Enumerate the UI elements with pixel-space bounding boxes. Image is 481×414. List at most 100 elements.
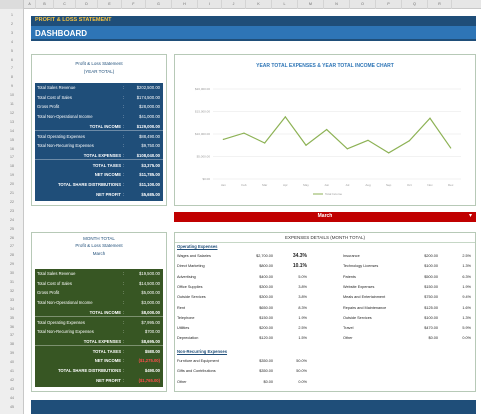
- column-header-q[interactable]: Q: [402, 0, 428, 9]
- pl-row: TOTAL EXPENSES: $8,695.00: [35, 337, 163, 346]
- pl-row-colon: :: [123, 133, 125, 139]
- row-header-19[interactable]: 19: [0, 173, 24, 177]
- row-header-38[interactable]: 38: [0, 342, 24, 346]
- pl-row-label: NET INCOME: [94, 172, 121, 178]
- pl-row-label: TOTAL SHARE DISTRIBUTIONS: [57, 368, 121, 373]
- row-header-34[interactable]: 34: [0, 307, 24, 311]
- row-header-41[interactable]: 41: [0, 369, 24, 373]
- column-header-d[interactable]: D: [76, 0, 98, 9]
- row-header-39[interactable]: 39: [0, 351, 24, 355]
- column-header-l[interactable]: L: [272, 0, 298, 9]
- row-header-21[interactable]: 21: [0, 191, 24, 195]
- row-header-30[interactable]: 30: [0, 271, 24, 275]
- expense-row: Website Expenses $150.00 1.9%: [343, 283, 471, 292]
- row-header-18[interactable]: 18: [0, 164, 24, 168]
- column-header-i[interactable]: I: [198, 0, 222, 9]
- column-header-h[interactable]: H: [172, 0, 198, 9]
- pl-row-colon: :: [123, 271, 125, 276]
- chart-x-tick: Jan: [221, 183, 226, 187]
- select-all-corner[interactable]: [0, 0, 24, 9]
- row-header-24[interactable]: 24: [0, 218, 24, 222]
- row-header-32[interactable]: 32: [0, 289, 24, 293]
- row-header-14[interactable]: 14: [0, 129, 24, 133]
- month-selector[interactable]: March ▾: [174, 212, 476, 222]
- row-header-44[interactable]: 44: [0, 396, 24, 400]
- row-header-33[interactable]: 33: [0, 298, 24, 302]
- row-header-28[interactable]: 28: [0, 253, 24, 257]
- row-header-4[interactable]: 4: [0, 40, 24, 44]
- row-header-35[interactable]: 35: [0, 316, 24, 320]
- row-header-5[interactable]: 5: [0, 49, 24, 53]
- row-header-16[interactable]: 16: [0, 147, 24, 151]
- pl-row-label: Total Cost of Sales: [37, 280, 72, 286]
- column-header-a[interactable]: A: [24, 0, 36, 9]
- operating-expenses-title: Operating Expenses: [177, 244, 218, 249]
- row-header-42[interactable]: 42: [0, 378, 24, 382]
- chart-point: [450, 147, 452, 149]
- chart-y-tick: $15,000.00: [195, 110, 210, 114]
- row-header-7[interactable]: 7: [0, 66, 24, 70]
- pl-row-colon: :: [123, 290, 125, 296]
- row-header-29[interactable]: 29: [0, 262, 24, 266]
- row-header-11[interactable]: 11: [0, 102, 24, 106]
- pl-row-value: $11,785.00: [139, 172, 160, 178]
- column-header-p[interactable]: P: [376, 0, 402, 9]
- column-header-o[interactable]: O: [350, 0, 376, 9]
- row-header-26[interactable]: 26: [0, 236, 24, 240]
- column-header-g[interactable]: G: [146, 0, 172, 9]
- pl-row-label: Total Operating Expenses: [37, 133, 85, 139]
- row-header-13[interactable]: 13: [0, 120, 24, 124]
- expense-name: Website Expenses: [343, 284, 375, 289]
- expense-row: Travel $470.00 5.9%: [343, 324, 471, 333]
- expense-percent: 5.0%: [298, 274, 307, 279]
- expense-row: Technology Licenses $100.00 1.3%: [343, 262, 471, 271]
- column-header-b[interactable]: B: [36, 0, 54, 9]
- row-header-3[interactable]: 3: [0, 31, 24, 35]
- row-header-2[interactable]: 2: [0, 22, 24, 26]
- row-header-40[interactable]: 40: [0, 360, 24, 364]
- column-header-e[interactable]: E: [98, 0, 122, 9]
- column-header-m[interactable]: M: [298, 0, 324, 9]
- column-header-f[interactable]: F: [122, 0, 146, 9]
- expense-percent: 2.5%: [298, 326, 307, 331]
- column-header-c[interactable]: C: [54, 0, 76, 9]
- column-header-r[interactable]: R: [428, 0, 452, 9]
- row-header-6[interactable]: 6: [0, 58, 24, 62]
- row-header-22[interactable]: 22: [0, 200, 24, 204]
- row-header-17[interactable]: 17: [0, 155, 24, 159]
- chart-y-tick: $0.00: [202, 177, 210, 181]
- pl-row-value: $8,695.00: [141, 338, 160, 344]
- row-header-12[interactable]: 12: [0, 111, 24, 115]
- pl-row-label: TOTAL TAXES: [92, 348, 121, 354]
- row-header-1[interactable]: 1: [0, 13, 24, 17]
- row-header-36[interactable]: 36: [0, 325, 24, 329]
- row-header-31[interactable]: 31: [0, 280, 24, 284]
- row-header-15[interactable]: 15: [0, 138, 24, 142]
- expense-value: $100.00: [424, 264, 438, 269]
- expense-value: $300.00: [259, 284, 273, 289]
- row-header-10[interactable]: 10: [0, 93, 24, 97]
- chart-panel: YEAR TOTAL EXPENSES & YEAR TOTAL INCOME …: [174, 54, 476, 206]
- pl-row-value: $9,750.00: [141, 143, 160, 149]
- year-total-panel: Profit & Loss Statement (YEAR TOTAL) Tot…: [31, 54, 167, 206]
- expense-percent: 1.5%: [298, 336, 307, 341]
- chevron-down-icon[interactable]: ▾: [469, 212, 472, 219]
- row-header-23[interactable]: 23: [0, 209, 24, 213]
- row-header-45[interactable]: 45: [0, 405, 24, 409]
- expense-name: Wages and Salaries: [177, 254, 211, 258]
- row-header-37[interactable]: 37: [0, 333, 24, 337]
- row-header-20[interactable]: 20: [0, 182, 24, 186]
- row-header-8[interactable]: 8: [0, 75, 24, 79]
- column-header-n[interactable]: N: [324, 0, 350, 9]
- pl-row-value: $14,500.00: [139, 280, 160, 286]
- pl-row: Total Non-Recurring Expenses: $9,750.00: [35, 141, 163, 150]
- expense-percent: 2.5%: [462, 254, 471, 258]
- month-panel-title: MONTH TOTAL: [83, 236, 115, 241]
- row-header-27[interactable]: 27: [0, 244, 24, 248]
- row-header-9[interactable]: 9: [0, 84, 24, 88]
- column-header-j[interactable]: J: [222, 0, 246, 9]
- column-header-k[interactable]: K: [246, 0, 272, 9]
- expense-name: Depreciation: [177, 336, 199, 341]
- row-header-43[interactable]: 43: [0, 387, 24, 391]
- row-header-25[interactable]: 25: [0, 227, 24, 231]
